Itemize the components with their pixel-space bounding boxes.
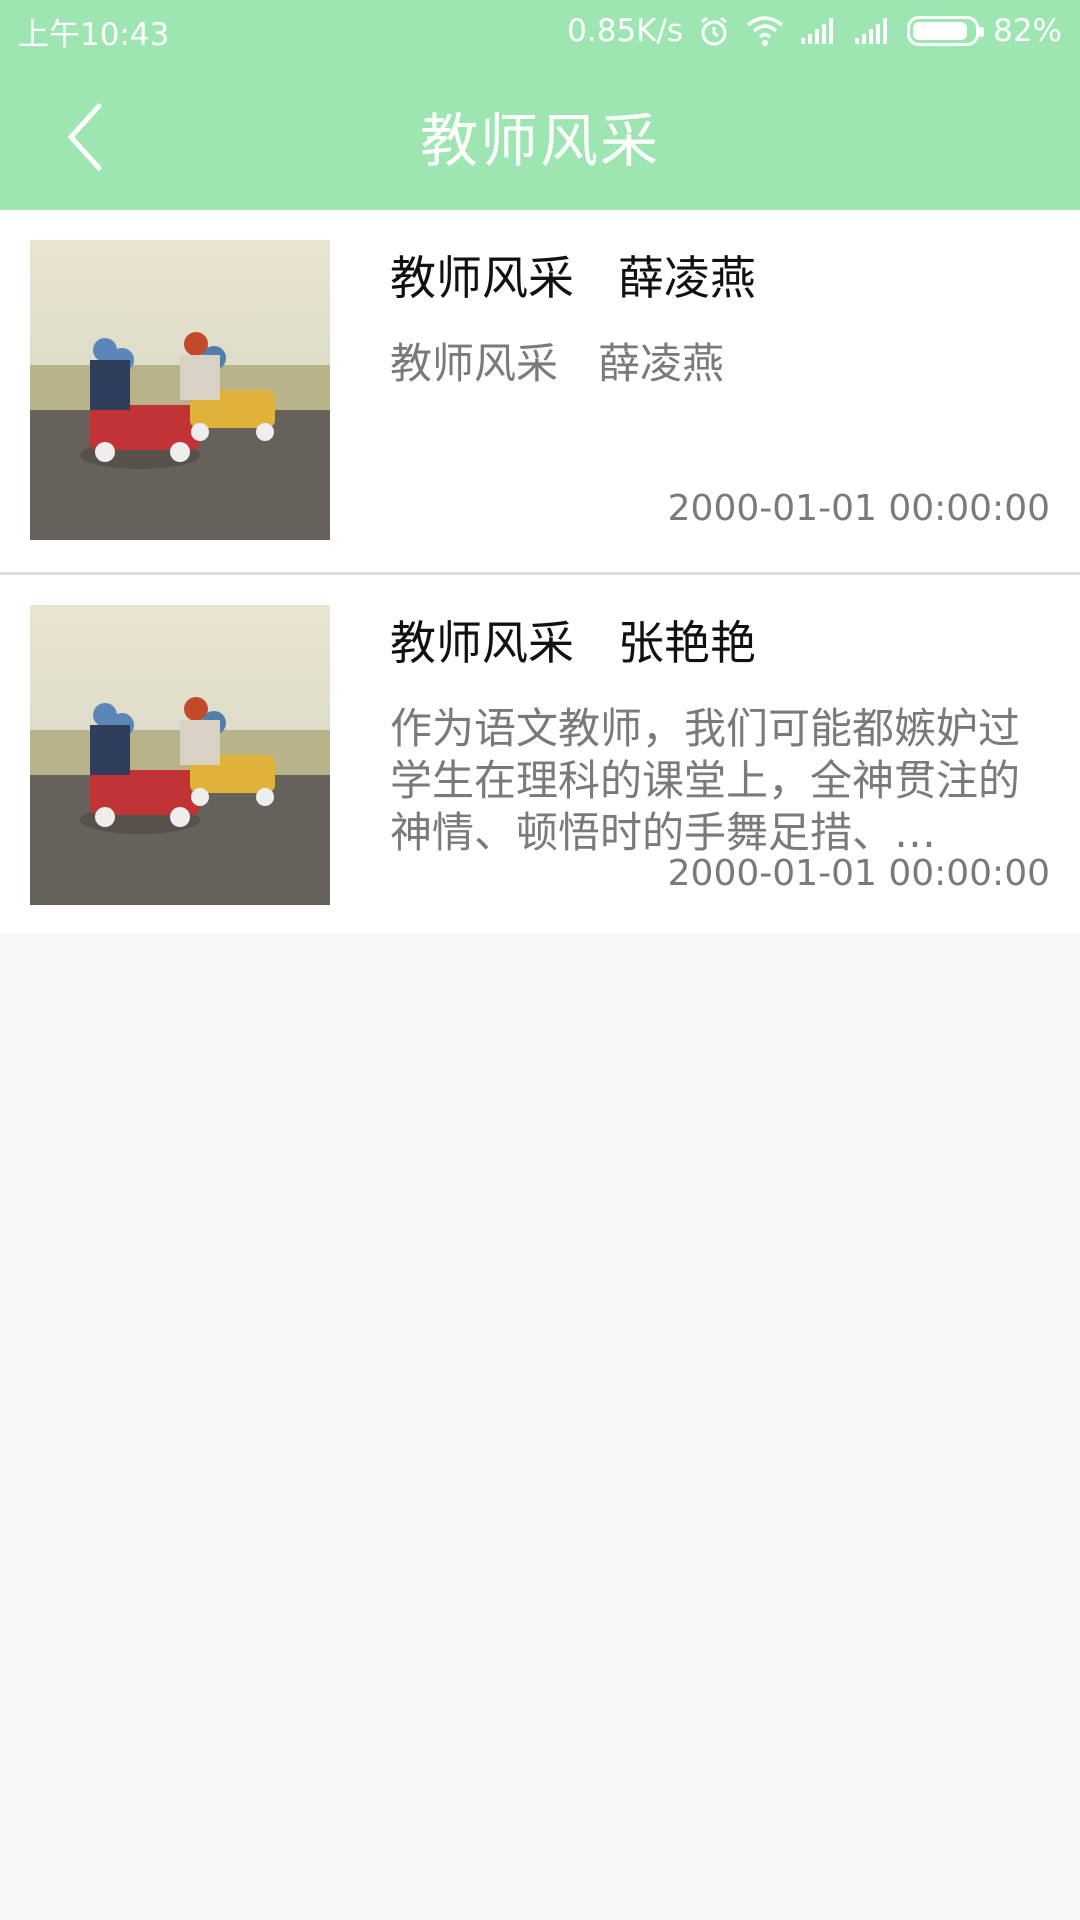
article-date: 2000-01-01 00:00:00 — [667, 853, 1050, 894]
article-list: 教师风采 薛凌燕 教师风采 薛凌燕 2000-01-01 00:00:00 教师… — [0, 210, 1080, 934]
article-summary: 教师风采 薛凌燕 — [390, 339, 725, 388]
status-time: 上午10:43 — [18, 16, 170, 53]
alarm-icon — [697, 14, 731, 48]
signal-icon — [799, 16, 839, 46]
status-bar: 上午10:43 0.85K/s 82% — [0, 0, 1080, 62]
battery-icon — [907, 16, 985, 46]
list-item[interactable]: 教师风采 薛凌燕 教师风采 薛凌燕 2000-01-01 00:00:00 — [0, 210, 1080, 572]
list-item[interactable]: 教师风采 张艳艳 作为语文教师，我们可能都嫉妒过学生在理科的课堂上，全神贯注的神… — [0, 572, 1080, 934]
article-date: 2000-01-01 00:00:00 — [667, 488, 1050, 529]
app-bar: 教师风采 — [0, 62, 1080, 210]
signal-icon — [853, 16, 893, 46]
status-icons: 0.85K/s 82% — [567, 13, 1062, 49]
wifi-icon — [745, 15, 785, 47]
article-summary: 作为语文教师，我们可能都嫉妒过学生在理科的课堂上，全神贯注的神情、顿悟时的手舞足… — [390, 704, 1021, 857]
network-speed: 0.85K/s — [567, 13, 684, 49]
page-title: 教师风采 — [419, 107, 660, 175]
battery-percent: 82% — [993, 13, 1062, 49]
battery-level — [913, 22, 968, 40]
article-thumbnail — [30, 605, 330, 905]
article-title: 教师风采 张艳艳 — [390, 616, 756, 670]
article-thumbnail — [30, 240, 330, 540]
article-title: 教师风采 薛凌燕 — [390, 251, 756, 305]
